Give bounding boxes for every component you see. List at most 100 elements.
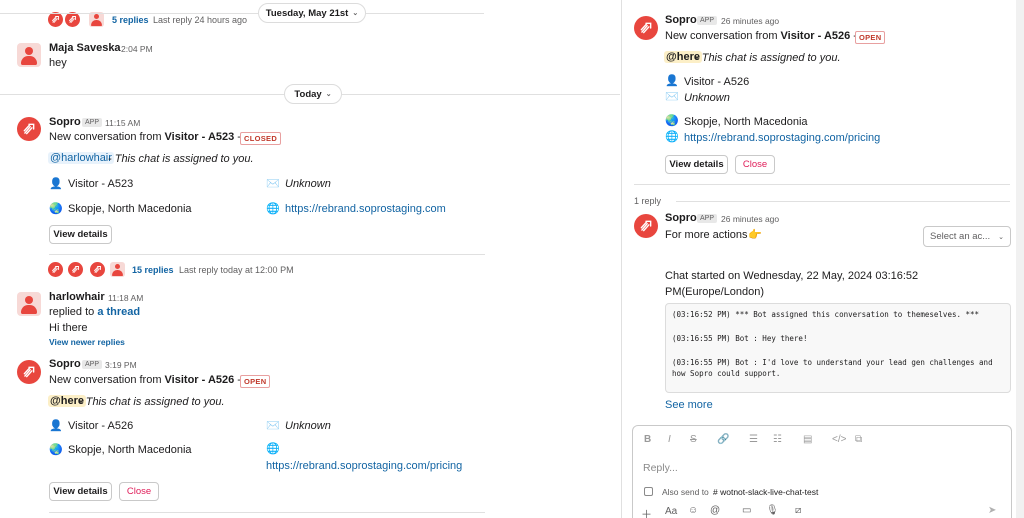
- globe-with-meridians-icon: 🌐: [266, 443, 280, 455]
- date-divider-line: [0, 94, 284, 95]
- view-details-button[interactable]: View details: [49, 482, 112, 501]
- message-author[interactable]: Sopro: [49, 358, 81, 370]
- user-avatar[interactable]: [17, 43, 41, 67]
- app-badge: APP: [82, 118, 103, 127]
- message-author[interactable]: Sopro: [665, 14, 697, 26]
- blockquote-icon[interactable]: ▤: [803, 434, 812, 445]
- message-time[interactable]: 11:18 AM: [108, 293, 143, 303]
- send-icon[interactable]: ➤: [988, 505, 996, 516]
- italic-icon[interactable]: I: [668, 434, 671, 445]
- close-button[interactable]: Close: [119, 482, 159, 501]
- visitor-name: Visitor - A523: [68, 178, 134, 190]
- user-avatar[interactable]: [17, 292, 41, 316]
- assigned-text: - This chat is assigned to you.: [108, 153, 254, 165]
- app-badge: APP: [697, 214, 718, 223]
- also-send-label: Also send to: [662, 487, 709, 497]
- visitor-url-link[interactable]: https://rebrand.soprostaging.com/pricing: [684, 132, 880, 144]
- envelope-icon: ✉️: [665, 91, 679, 103]
- message-author[interactable]: harlowhair: [49, 291, 105, 303]
- bulleted-list-icon[interactable]: ☷: [773, 434, 782, 445]
- message-author[interactable]: Sopro: [665, 212, 697, 224]
- code-block-icon[interactable]: ⧉: [855, 434, 862, 445]
- status-badge: OPEN: [855, 31, 886, 44]
- sopro-avatar[interactable]: [17, 117, 41, 141]
- globe-with-meridians-icon: 🌐: [665, 131, 679, 143]
- date-divider-line: [0, 13, 258, 14]
- sopro-avatar-small: [48, 12, 63, 27]
- visitor-name: Visitor - A526: [684, 76, 750, 88]
- bold-icon[interactable]: B: [644, 434, 651, 445]
- chat-started-text: Chat started on Wednesday, 22 May, 2024 …: [665, 270, 919, 282]
- visitor-location: Skopje, North Macedonia: [68, 203, 192, 215]
- user-avatar-small: [110, 262, 125, 277]
- chat-log-line: (03:16:55 PM) Bot : I'd love to understa…: [672, 357, 998, 378]
- message-time[interactable]: 3:19 PM: [105, 360, 137, 370]
- sopro-avatar[interactable]: [634, 16, 658, 40]
- scrollbar[interactable]: [1016, 0, 1024, 518]
- globe-icon: 🌏: [49, 203, 63, 215]
- emoji-icon[interactable]: ☺: [688, 505, 698, 516]
- mention-icon[interactable]: @: [710, 505, 720, 516]
- view-newer-replies-link[interactable]: View newer replies: [49, 337, 125, 347]
- video-icon[interactable]: ▭: [742, 505, 751, 516]
- message-time[interactable]: 11:15 AM: [105, 118, 140, 128]
- envelope-icon: ✉️: [266, 420, 280, 432]
- bust-in-silhouette-icon: 👤: [49, 178, 63, 190]
- chevron-down-icon: ⌄: [352, 10, 359, 17]
- visitor-url-link[interactable]: https://rebrand.soprostaging.com/pricing: [266, 460, 462, 472]
- visitor-email: Unknown: [285, 178, 331, 190]
- sopro-avatar[interactable]: [17, 360, 41, 384]
- plus-icon[interactable]: ＋: [641, 506, 652, 518]
- visitor-url-link[interactable]: https://rebrand.soprostaging.com: [285, 203, 446, 215]
- globe-icon: 🌏: [665, 115, 679, 127]
- sopro-avatar-small: [68, 262, 83, 277]
- message-time[interactable]: 26 minutes ago: [721, 214, 779, 224]
- link-icon[interactable]: 🔗: [717, 434, 729, 445]
- visitor-email: Unknown: [684, 92, 730, 104]
- view-details-button[interactable]: View details: [49, 225, 112, 244]
- sopro-avatar[interactable]: [634, 214, 658, 238]
- close-button[interactable]: Close: [735, 155, 775, 174]
- status-badge: OPEN: [240, 375, 271, 388]
- reply-count-divider: [676, 201, 1010, 202]
- backhand-index-pointing-right-icon: 👉: [748, 229, 762, 241]
- channel-name: # wotnot-slack-live-chat-test: [713, 487, 819, 497]
- envelope-icon: ✉️: [266, 178, 280, 190]
- text-format-icon[interactable]: Aa: [665, 506, 677, 517]
- select-action-dropdown[interactable]: Select an ac... ⌄: [923, 226, 1011, 247]
- strikethrough-icon[interactable]: S: [690, 434, 697, 445]
- slash-command-icon[interactable]: ⧄: [795, 505, 801, 516]
- globe-with-meridians-icon: 🌐: [266, 203, 280, 215]
- message-time[interactable]: 2:04 PM: [121, 44, 153, 54]
- microphone-icon[interactable]: 🎙: [766, 505, 779, 516]
- thread-link[interactable]: a thread: [97, 306, 140, 318]
- date-label: Tuesday, May 21st: [265, 7, 349, 19]
- date-divider-pill[interactable]: Today ⌄: [284, 84, 342, 104]
- ordered-list-icon[interactable]: ☰: [749, 434, 758, 445]
- message-text: For more actions: [665, 229, 748, 241]
- assigned-text: - This chat is assigned to you.: [79, 396, 225, 408]
- message-author[interactable]: Maja Saveska: [49, 42, 121, 54]
- see-more-link[interactable]: See more: [665, 399, 713, 411]
- date-divider-pill[interactable]: Tuesday, May 21st ⌄: [258, 3, 366, 23]
- bust-in-silhouette-icon: 👤: [49, 420, 63, 432]
- also-send-checkbox[interactable]: [644, 487, 653, 496]
- view-details-button[interactable]: View details: [665, 155, 728, 174]
- message-author[interactable]: Sopro: [49, 116, 81, 128]
- message-text: hey: [49, 57, 67, 69]
- app-badge: APP: [82, 360, 103, 369]
- reply-input[interactable]: Reply...: [643, 462, 678, 474]
- message-text: New conversation from Visitor - A526 -: [49, 374, 241, 386]
- thread-last-reply: Last reply today at 12:00 PM: [179, 265, 294, 275]
- section-divider: [49, 254, 485, 255]
- assigned-text: - This chat is assigned to you.: [695, 52, 841, 64]
- chat-started-timezone: PM(Europe/London): [665, 286, 765, 298]
- chevron-down-icon: ⌄: [998, 233, 1004, 241]
- user-mention[interactable]: @harlowhair: [48, 152, 114, 164]
- visitor-location: Skopje, North Macedonia: [684, 116, 808, 128]
- thread-replies-link[interactable]: 15 replies: [132, 265, 174, 275]
- code-icon[interactable]: </>: [832, 434, 846, 445]
- thread-replies-link[interactable]: 5 replies: [112, 15, 149, 25]
- section-divider: [49, 512, 485, 513]
- message-time[interactable]: 26 minutes ago: [721, 16, 779, 26]
